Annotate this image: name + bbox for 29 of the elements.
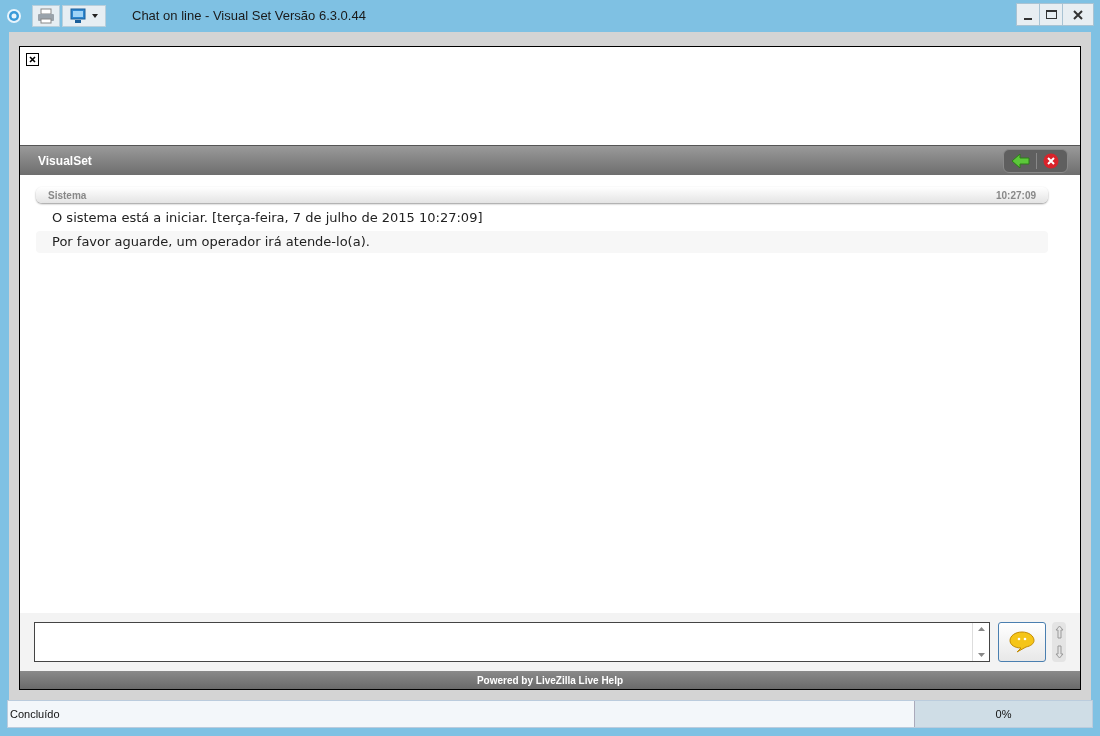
close-button[interactable] — [1063, 4, 1093, 25]
maximize-button[interactable] — [1040, 4, 1063, 25]
caret-icon — [92, 14, 98, 18]
close-chat-icon[interactable] — [1043, 152, 1059, 169]
sender-name: Sistema — [48, 188, 87, 203]
app-icon[interactable] — [6, 8, 22, 24]
close-icon — [1073, 9, 1083, 20]
scroll-down-icon[interactable] — [977, 653, 985, 657]
message-input[interactable] — [34, 622, 990, 662]
chat-message: Por favor aguarde, um operador irá atende-lo(a). — [36, 231, 1048, 253]
back-arrow-icon[interactable] — [1012, 153, 1030, 168]
printer-icon — [37, 8, 55, 24]
screen-menu-button[interactable] — [62, 5, 106, 27]
speech-bubble-icon — [1009, 631, 1035, 653]
minimize-button[interactable] — [1017, 4, 1040, 25]
chat-title: VisualSet — [38, 152, 92, 170]
maximize-icon — [1045, 10, 1057, 19]
broken-image-icon — [26, 53, 39, 66]
monitor-icon — [70, 8, 86, 24]
scroll-up-icon[interactable] — [977, 627, 985, 631]
progress-reading: 0% — [995, 706, 1012, 722]
minimize-icon — [1024, 18, 1032, 20]
print-button[interactable] — [32, 5, 60, 27]
powered-by-text: Powered by LiveZilla Live Help — [476, 673, 624, 688]
window-title: Chat on line - Visual Set Versão 6.3.0.44 — [132, 7, 366, 26]
chat-message: O sistema está a iniciar. [terça-feira, 7 de julho de 2015 10:27:09] — [51, 209, 484, 228]
send-button[interactable] — [998, 622, 1046, 662]
message-time: 10:27:09 — [995, 188, 1036, 203]
status-text: Concluído — [9, 706, 61, 722]
